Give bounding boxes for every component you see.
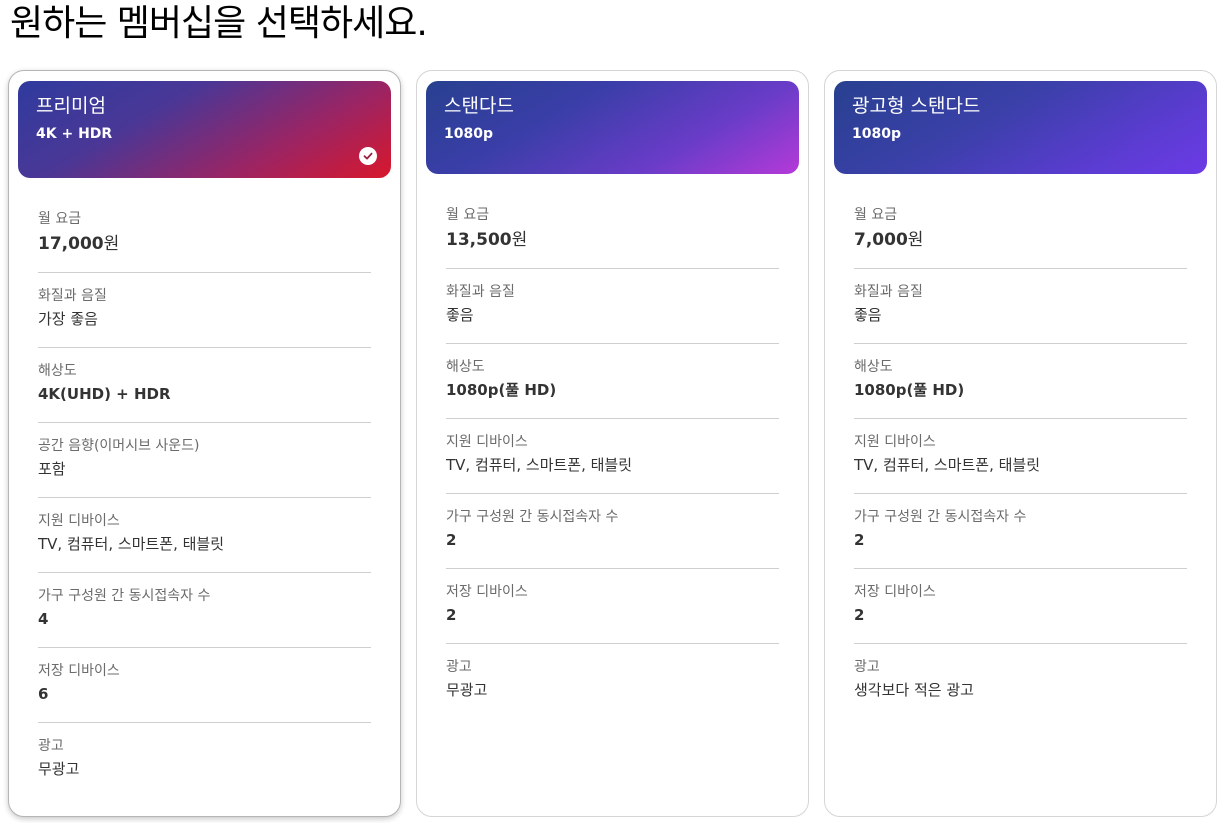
plan-header-premium[interactable]: 프리미엄 4K + HDR bbox=[18, 81, 391, 178]
price-amount: 17,000 bbox=[38, 234, 104, 254]
attr-value: TV, 컴퓨터, 스마트폰, 태블릿 bbox=[446, 456, 633, 474]
attr-label: 화질과 음질 bbox=[38, 288, 107, 304]
attr-streams: 가구 구성원 간 동시접속자 수 2 bbox=[446, 494, 779, 569]
plan-resolution-short: 4K + HDR bbox=[36, 126, 113, 142]
attr-value: 6 bbox=[38, 685, 49, 703]
attr-value: 생각보다 적은 광고 bbox=[854, 681, 974, 699]
plan-attributes: 월 요금 17,000원 화질과 음질 가장 좋음 해상도 4K(UHD) + … bbox=[38, 199, 371, 798]
attr-spatial-audio: 공간 음향(이머시브 사운드) 포함 bbox=[38, 423, 371, 498]
attr-label: 월 요금 bbox=[854, 207, 898, 223]
attr-value: 1080p(풀 HD) bbox=[854, 381, 965, 399]
attr-label: 지원 디바이스 bbox=[38, 513, 120, 529]
attr-label: 광고 bbox=[446, 659, 472, 675]
attr-value: 2 bbox=[446, 531, 457, 549]
attr-label: 광고 bbox=[854, 659, 880, 675]
plan-name: 광고형 스탠다드 bbox=[852, 95, 981, 117]
attr-download-devices: 저장 디바이스 2 bbox=[854, 569, 1187, 644]
plan-name: 프리미엄 bbox=[36, 95, 106, 117]
attr-label: 화질과 음질 bbox=[446, 284, 515, 300]
attr-value: 2 bbox=[854, 606, 865, 624]
attr-ads: 광고 무광고 bbox=[446, 644, 779, 719]
attr-value: 포함 bbox=[38, 460, 66, 478]
attr-value: 2 bbox=[854, 531, 865, 549]
attr-quality: 화질과 음질 좋음 bbox=[446, 269, 779, 344]
attr-streams: 가구 구성원 간 동시접속자 수 2 bbox=[854, 494, 1187, 569]
attr-value: 17,000원 bbox=[38, 233, 371, 255]
price-unit: 원 bbox=[907, 230, 924, 250]
attr-label: 월 요금 bbox=[38, 211, 82, 227]
attr-value: 1080p(풀 HD) bbox=[446, 381, 557, 399]
attr-label: 공간 음향(이머시브 사운드) bbox=[38, 438, 200, 454]
plan-attributes: 월 요금 7,000원 화질과 음질 좋음 해상도 1080p(풀 HD) 지원… bbox=[854, 195, 1187, 719]
attr-value: 무광고 bbox=[446, 681, 488, 699]
attr-value: TV, 컴퓨터, 스마트폰, 태블릿 bbox=[38, 535, 225, 553]
attr-label: 가구 구성원 간 동시접속자 수 bbox=[446, 509, 619, 525]
attr-ads: 광고 무광고 bbox=[38, 723, 371, 798]
plan-resolution-short: 1080p bbox=[852, 126, 901, 142]
check-circle-icon bbox=[359, 147, 377, 165]
attr-value: 4 bbox=[38, 610, 49, 628]
price-amount: 13,500 bbox=[446, 230, 512, 250]
price-unit: 원 bbox=[103, 234, 120, 254]
attr-label: 저장 디바이스 bbox=[854, 584, 936, 600]
page-title: 원하는 멤버십을 선택하세요. bbox=[10, 3, 428, 44]
attr-label: 광고 bbox=[38, 738, 64, 754]
plan-card-standard-with-ads[interactable]: 광고형 스탠다드 1080p 월 요금 7,000원 화질과 음질 좋음 해상도… bbox=[824, 70, 1217, 817]
plan-selector: 프리미엄 4K + HDR 월 요금 17,000원 화질과 음질 가장 좋음 … bbox=[8, 70, 1220, 820]
plan-attributes: 월 요금 13,500원 화질과 음질 좋음 해상도 1080p(풀 HD) 지… bbox=[446, 195, 779, 719]
attr-price: 월 요금 7,000원 bbox=[854, 195, 1187, 269]
attr-quality: 화질과 음질 좋음 bbox=[854, 269, 1187, 344]
attr-streams: 가구 구성원 간 동시접속자 수 4 bbox=[38, 573, 371, 648]
attr-price: 월 요금 13,500원 bbox=[446, 195, 779, 269]
attr-value: 가장 좋음 bbox=[38, 310, 98, 328]
attr-devices: 지원 디바이스 TV, 컴퓨터, 스마트폰, 태블릿 bbox=[38, 498, 371, 573]
plan-name: 스탠다드 bbox=[444, 95, 514, 117]
attr-label: 해상도 bbox=[446, 359, 485, 375]
plan-card-standard[interactable]: 스탠다드 1080p 월 요금 13,500원 화질과 음질 좋음 해상도 10… bbox=[416, 70, 809, 817]
attr-label: 해상도 bbox=[854, 359, 893, 375]
attr-value: TV, 컴퓨터, 스마트폰, 태블릿 bbox=[854, 456, 1041, 474]
price-unit: 원 bbox=[511, 230, 528, 250]
attr-label: 지원 디바이스 bbox=[446, 434, 528, 450]
attr-download-devices: 저장 디바이스 6 bbox=[38, 648, 371, 723]
attr-value: 2 bbox=[446, 606, 457, 624]
attr-label: 저장 디바이스 bbox=[38, 663, 120, 679]
attr-value: 13,500원 bbox=[446, 229, 779, 251]
plan-header-standard[interactable]: 스탠다드 1080p bbox=[426, 81, 799, 174]
attr-label: 가구 구성원 간 동시접속자 수 bbox=[38, 588, 211, 604]
attr-label: 저장 디바이스 bbox=[446, 584, 528, 600]
attr-value: 4K(UHD) + HDR bbox=[38, 385, 171, 403]
attr-label: 화질과 음질 bbox=[854, 284, 923, 300]
attr-value: 좋음 bbox=[446, 306, 474, 324]
attr-label: 해상도 bbox=[38, 363, 77, 379]
attr-value: 7,000원 bbox=[854, 229, 1187, 251]
attr-resolution: 해상도 1080p(풀 HD) bbox=[446, 344, 779, 419]
attr-devices: 지원 디바이스 TV, 컴퓨터, 스마트폰, 태블릿 bbox=[854, 419, 1187, 494]
attr-price: 월 요금 17,000원 bbox=[38, 199, 371, 273]
price-amount: 7,000 bbox=[854, 230, 908, 250]
plan-header-standard-with-ads[interactable]: 광고형 스탠다드 1080p bbox=[834, 81, 1207, 174]
attr-label: 가구 구성원 간 동시접속자 수 bbox=[854, 509, 1027, 525]
attr-devices: 지원 디바이스 TV, 컴퓨터, 스마트폰, 태블릿 bbox=[446, 419, 779, 494]
attr-quality: 화질과 음질 가장 좋음 bbox=[38, 273, 371, 348]
attr-ads: 광고 생각보다 적은 광고 bbox=[854, 644, 1187, 719]
attr-value: 좋음 bbox=[854, 306, 882, 324]
plan-card-premium[interactable]: 프리미엄 4K + HDR 월 요금 17,000원 화질과 음질 가장 좋음 … bbox=[8, 70, 401, 817]
attr-resolution: 해상도 4K(UHD) + HDR bbox=[38, 348, 371, 423]
plan-resolution-short: 1080p bbox=[444, 126, 493, 142]
attr-label: 월 요금 bbox=[446, 207, 490, 223]
attr-resolution: 해상도 1080p(풀 HD) bbox=[854, 344, 1187, 419]
attr-download-devices: 저장 디바이스 2 bbox=[446, 569, 779, 644]
attr-value: 무광고 bbox=[38, 760, 80, 778]
attr-label: 지원 디바이스 bbox=[854, 434, 936, 450]
